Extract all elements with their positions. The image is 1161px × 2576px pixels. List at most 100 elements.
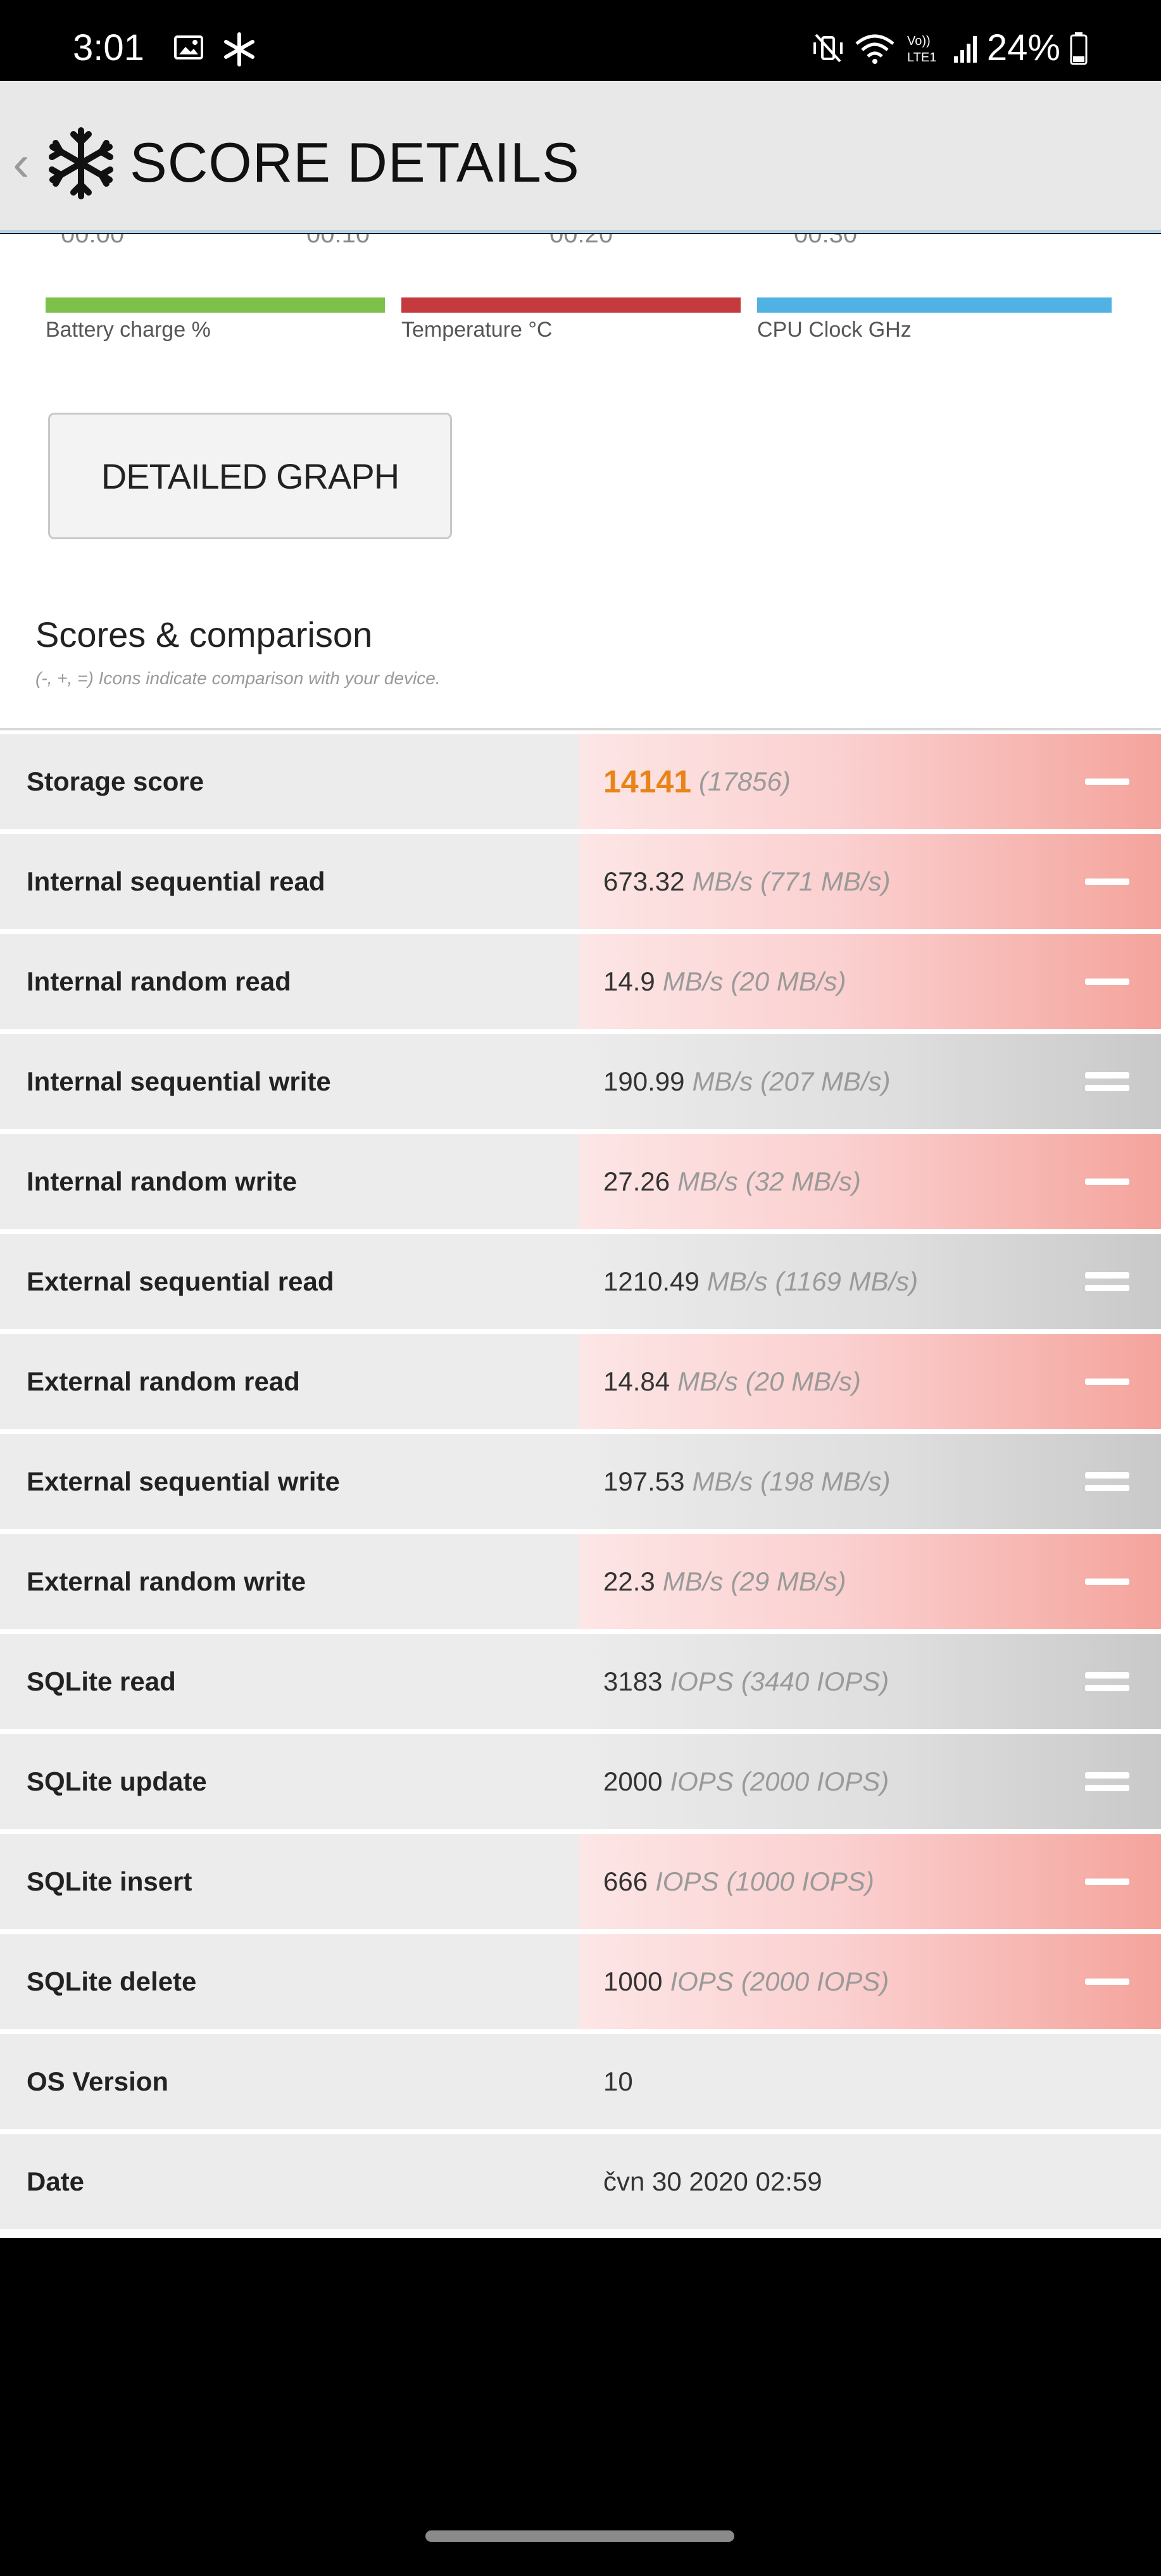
row-label: SQLite update [27, 1766, 207, 1796]
row-value-cell: 666 IOPS (1000 IOPS) [579, 1834, 1161, 1929]
table-row: External sequential write 197.53 MB/s (198 … [0, 1434, 1161, 1529]
row-label: OS Version [27, 2066, 169, 2096]
minus-icon [1085, 1179, 1129, 1185]
table-row: Date čvn 30 2020 02:59 [0, 2134, 1161, 2229]
scores-section-subtitle: (-, +, =) Icons indicate comparison with… [35, 668, 441, 688]
row-separator [0, 2129, 1161, 2134]
time-tick: 00:30 [794, 234, 858, 248]
minus-icon [1085, 1379, 1129, 1385]
battery-legend-swatch [46, 297, 385, 313]
table-row: SQLite delete 1000 IOPS (2000 IOPS) [0, 1934, 1161, 2029]
battery-percent: 24% [986, 27, 1060, 68]
row-separator [0, 1129, 1161, 1134]
value-number: čvn 30 2020 02:59 [603, 2166, 822, 2196]
status-right-group: Vo)) LTE1 24% [811, 27, 1088, 69]
table-row: External random write 22.3 MB/s (29 MB/s) [0, 1534, 1161, 1629]
value-unit: MB/s [692, 866, 753, 896]
minus-icon [1085, 1979, 1129, 1985]
snowflake-icon [224, 32, 254, 66]
row-value-cell: 27.26 MB/s (32 MB/s) [579, 1134, 1161, 1229]
table-row: External sequential read 1210.49 MB/s (1169… [0, 1234, 1161, 1329]
row-label: External random read [27, 1366, 300, 1396]
value-unit: MB/s [677, 1366, 738, 1396]
row-label: Internal sequential read [27, 866, 325, 896]
status-time: 3:01 [73, 27, 144, 68]
equals-icon [1085, 1072, 1129, 1091]
row-value-cell: 14.9 MB/s (20 MB/s) [579, 934, 1161, 1029]
minus-icon [1085, 979, 1129, 985]
row-separator [0, 2029, 1161, 2034]
table-row: Internal random read 14.9 MB/s (20 MB/s) [0, 934, 1161, 1029]
row-separator [0, 1429, 1161, 1434]
row-separator [0, 1329, 1161, 1334]
gesture-nav-handle[interactable] [425, 2530, 734, 2542]
comparison-value: (20 MB/s) [731, 966, 846, 996]
value-text: 14.84 MB/s (20 MB/s) [603, 1334, 861, 1429]
value-number: 666 [603, 1866, 648, 1896]
value-number: 673.32 [603, 866, 685, 896]
value-number: 3183 [603, 1666, 663, 1696]
row-value-cell: 673.32 MB/s (771 MB/s) [579, 834, 1161, 929]
minus-icon [1085, 1879, 1129, 1885]
page-title: SCORE DETAILS [130, 131, 580, 194]
volte-lte-icon: Vo)) LTE1 [907, 34, 936, 65]
row-label: Internal random read [27, 966, 291, 996]
table-row: SQLite read 3183 IOPS (3440 IOPS) [0, 1634, 1161, 1729]
value-text: 190.99 MB/s (207 MB/s) [603, 1034, 891, 1129]
wifi-icon [855, 34, 894, 64]
value-unit: IOPS [655, 1866, 719, 1896]
value-number: 14.84 [603, 1366, 670, 1396]
row-separator [0, 1229, 1161, 1234]
value-number: 14.9 [603, 966, 655, 996]
time-tick: 00:00 [61, 234, 125, 248]
chevron-left-icon[interactable]: ‹ [13, 134, 30, 192]
row-label: Internal random write [27, 1166, 298, 1196]
value-text: 14.9 MB/s (20 MB/s) [603, 934, 846, 1029]
value-unit: IOPS [670, 1966, 734, 1996]
value-number: 190.99 [603, 1066, 685, 1096]
value-unit: IOPS [670, 1666, 734, 1696]
table-row: OS Version 10 [0, 2034, 1161, 2129]
value-number: 14141 [603, 764, 692, 799]
gallery-icon [174, 35, 203, 59]
row-value-cell: 190.99 MB/s (207 MB/s) [579, 1034, 1161, 1129]
row-separator [0, 1629, 1161, 1634]
row-separator [0, 1529, 1161, 1534]
battery-icon [1070, 32, 1088, 65]
svg-text:LTE1: LTE1 [907, 51, 936, 65]
row-value-cell: 14141 (17856) [579, 734, 1161, 829]
minus-icon [1085, 1579, 1129, 1585]
svg-text:Vo)): Vo)) [907, 34, 931, 48]
value-number: 22.3 [603, 1566, 655, 1596]
detailed-graph-button[interactable]: DETAILED GRAPH [48, 413, 452, 539]
row-value-cell: čvn 30 2020 02:59 [579, 2134, 1161, 2229]
minus-icon [1085, 778, 1129, 785]
comparison-value: (198 MB/s) [760, 1466, 891, 1496]
equals-icon [1085, 1272, 1129, 1291]
row-value-cell: 14.84 MB/s (20 MB/s) [579, 1334, 1161, 1429]
value-number: 1000 [603, 1966, 663, 1996]
value-unit: MB/s [692, 1066, 753, 1096]
value-text: 1210.49 MB/s (1169 MB/s) [603, 1234, 918, 1329]
equals-icon [1085, 1772, 1129, 1791]
table-row: Internal random write 27.26 MB/s (32 MB/s) [0, 1134, 1161, 1229]
comparison-value: (2000 IOPS) [741, 1766, 889, 1796]
value-number: 197.53 [603, 1466, 685, 1496]
comparison-value: (1169 MB/s) [775, 1266, 919, 1296]
table-row: SQLite update 2000 IOPS (2000 IOPS) [0, 1734, 1161, 1829]
value-unit: MB/s [662, 1566, 724, 1596]
status-bar: 3:01 Vo)) LTE1 24% [0, 0, 1161, 81]
value-number: 1210.49 [603, 1266, 700, 1296]
row-separator [0, 1829, 1161, 1834]
row-label: Storage score [27, 766, 204, 796]
comparison-value: (2000 IOPS) [741, 1966, 889, 1996]
row-separator [0, 1729, 1161, 1734]
value-number: 10 [603, 2066, 633, 2096]
score-details-content: 00:00 00:10 00:20 00:30 Battery charge %… [0, 234, 1161, 2238]
comparison-value: (17856) [699, 766, 791, 796]
value-text: 197.53 MB/s (198 MB/s) [603, 1434, 891, 1529]
row-value-cell: 22.3 MB/s (29 MB/s) [579, 1534, 1161, 1629]
row-separator [0, 1029, 1161, 1034]
graph-time-axis: 00:00 00:10 00:20 00:30 [0, 234, 1161, 252]
cpu-clock-legend-swatch [757, 297, 1112, 313]
